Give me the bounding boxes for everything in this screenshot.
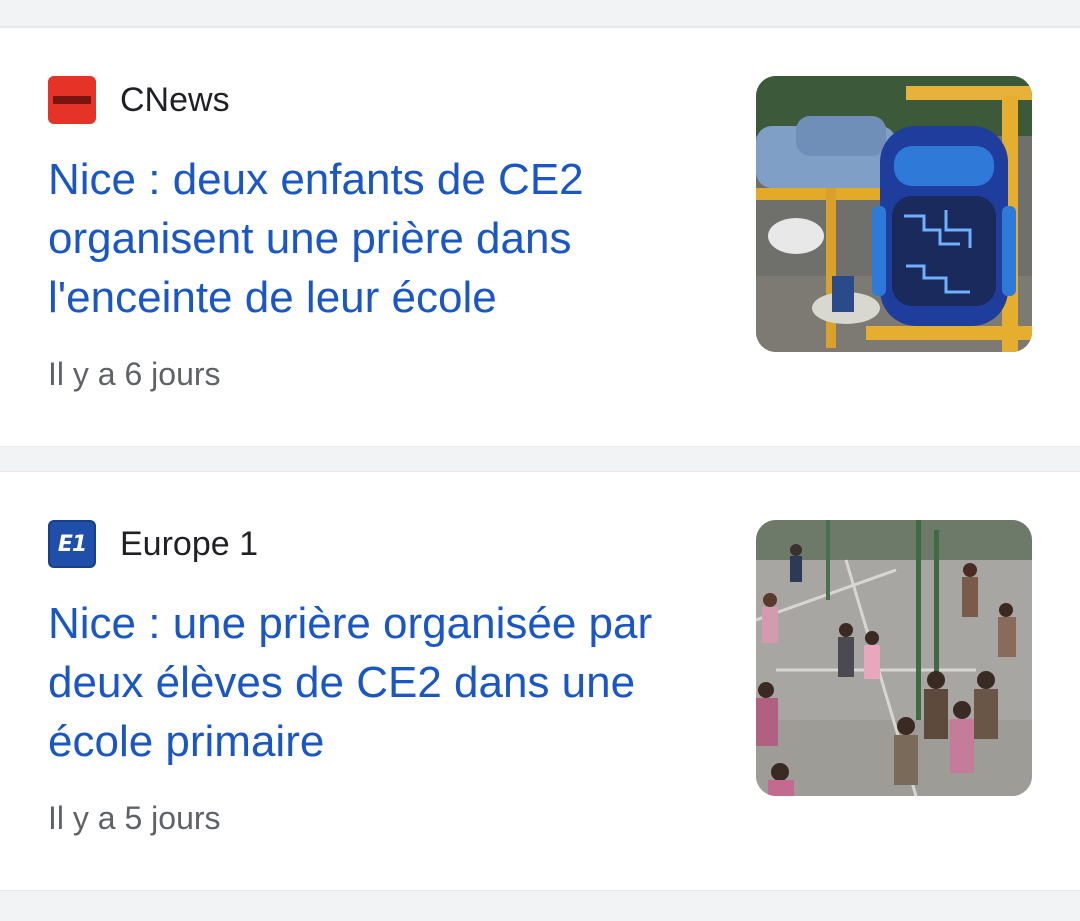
source-name: Europe 1 <box>120 525 258 563</box>
article-thumbnail[interactable] <box>756 76 1032 352</box>
feed-top-divider <box>0 0 1080 28</box>
source-name: CNews <box>120 81 230 119</box>
europe1-logo-icon: E1 <box>48 520 96 568</box>
article-thumbnail[interactable] <box>756 520 1032 796</box>
article-timestamp: Il y a 6 jours <box>48 356 221 392</box>
news-card[interactable]: E1 Europe 1 Nice : une prière organisée … <box>0 471 1080 891</box>
article-timestamp: Il y a 5 jours <box>48 800 221 836</box>
source-row: E1 Europe 1 <box>48 520 258 568</box>
source-row: CNews <box>48 76 230 124</box>
news-card[interactable]: CNews Nice : deux enfants de CE2 organis… <box>0 27 1080 447</box>
schoolyard-children-photo <box>756 520 1032 796</box>
article-headline-link[interactable]: Nice : deux enfants de CE2 organisent un… <box>48 150 728 327</box>
article-headline-link[interactable]: Nice : une prière organisée par deux élè… <box>48 594 728 771</box>
schoolbag-under-desk-photo <box>756 76 1032 352</box>
cnews-logo-icon <box>48 76 96 124</box>
